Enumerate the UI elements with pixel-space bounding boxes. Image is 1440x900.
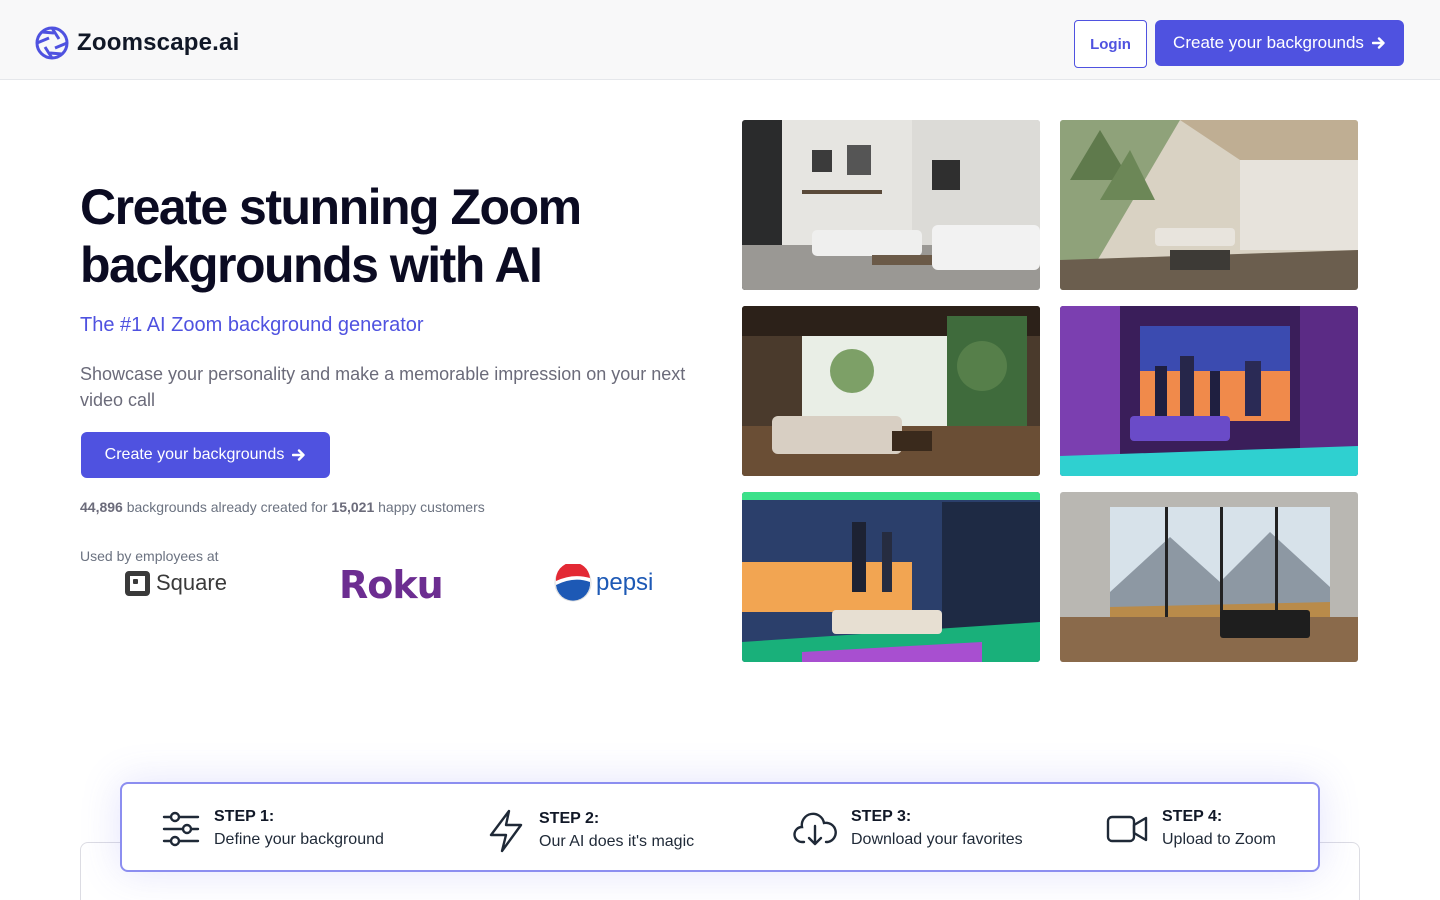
hero-description: Showcase your personality and make a mem… — [80, 364, 686, 410]
sunset-bedroom-illustration — [742, 492, 1040, 662]
step-1-text: Define your background — [214, 831, 384, 848]
steps-card: STEP 1: Define your background STEP 2: O… — [120, 782, 1320, 872]
neon-sunset-bedroom-image[interactable] — [742, 492, 1040, 662]
pepsi-globe-icon — [554, 564, 592, 602]
backgrounds-text: backgrounds already created for — [126, 499, 328, 515]
pepsi-logo: pepsi — [554, 564, 653, 602]
neon-bedroom-illustration — [1060, 306, 1358, 476]
customers-count: 15,021 — [331, 499, 375, 515]
brand-name: Zoomscape.ai — [77, 29, 240, 56]
used-by-label: Used by employees at — [80, 548, 219, 564]
cloud-download-icon — [793, 812, 837, 846]
mountain-view-room-image[interactable] — [1060, 492, 1358, 662]
modern-living-room-image[interactable] — [742, 120, 1040, 290]
forest-cabin-living-room-image[interactable] — [1060, 120, 1358, 290]
step-3-label: STEP 3: — [851, 808, 912, 825]
login-button[interactable]: Login — [1074, 20, 1147, 68]
pepsi-wordmark: pepsi — [596, 569, 654, 596]
hero-cta-label: Create your backgrounds — [104, 446, 285, 463]
square-mark-icon — [125, 570, 150, 596]
roku-logo: Roku — [339, 563, 444, 607]
step-1-label: STEP 1: — [214, 808, 275, 825]
lightning-icon — [489, 809, 523, 853]
tropical-lounge-illustration — [742, 306, 1040, 476]
step-2-label: STEP 2: — [539, 810, 600, 827]
tropical-lounge-image[interactable] — [742, 306, 1040, 476]
square-logo: Square — [125, 570, 227, 596]
square-wordmark: Square — [156, 570, 227, 595]
brand-logo[interactable]: Zoomscape.ai — [35, 26, 239, 60]
step-3: STEP 3: Download your favorites — [793, 806, 1023, 852]
video-camera-icon — [1106, 815, 1148, 843]
step-1: STEP 1: Define your background — [162, 806, 384, 852]
arrow-right-icon — [292, 449, 306, 461]
backgrounds-count: 44,896 — [80, 499, 123, 515]
hero-subtitle: The #1 AI Zoom background generator — [80, 314, 424, 336]
header-cta-label: Create your backgrounds — [1173, 33, 1364, 52]
step-4: STEP 4: Upload to Zoom — [1106, 806, 1276, 852]
header-create-backgrounds-button[interactable]: Create your backgrounds — [1155, 20, 1404, 66]
forest-cabin-illustration — [1060, 120, 1358, 290]
step-4-text: Upload to Zoom — [1162, 831, 1276, 848]
hero-create-backgrounds-button[interactable]: Create your backgrounds — [81, 432, 330, 478]
sliders-icon — [162, 811, 200, 847]
aperture-logo-icon — [35, 26, 69, 60]
step-2-text: Our AI does it's magic — [539, 833, 695, 850]
customers-text: happy customers — [378, 499, 485, 515]
step-4-label: STEP 4: — [1162, 808, 1223, 825]
step-2: STEP 2: Our AI does it's magic — [487, 808, 694, 854]
step-3-text: Download your favorites — [851, 831, 1023, 848]
site-header: Zoomscape.ai Login Create your backgroun… — [0, 0, 1440, 80]
modern-living-room-illustration — [742, 120, 1040, 290]
usage-stats: 44,896 backgrounds already created for 1… — [80, 499, 485, 515]
hero-title: Create stunning Zoom backgrounds with AI — [80, 179, 582, 293]
mountain-room-illustration — [1060, 492, 1358, 662]
neon-city-bedroom-image[interactable] — [1060, 306, 1358, 476]
arrow-right-icon — [1371, 37, 1385, 49]
